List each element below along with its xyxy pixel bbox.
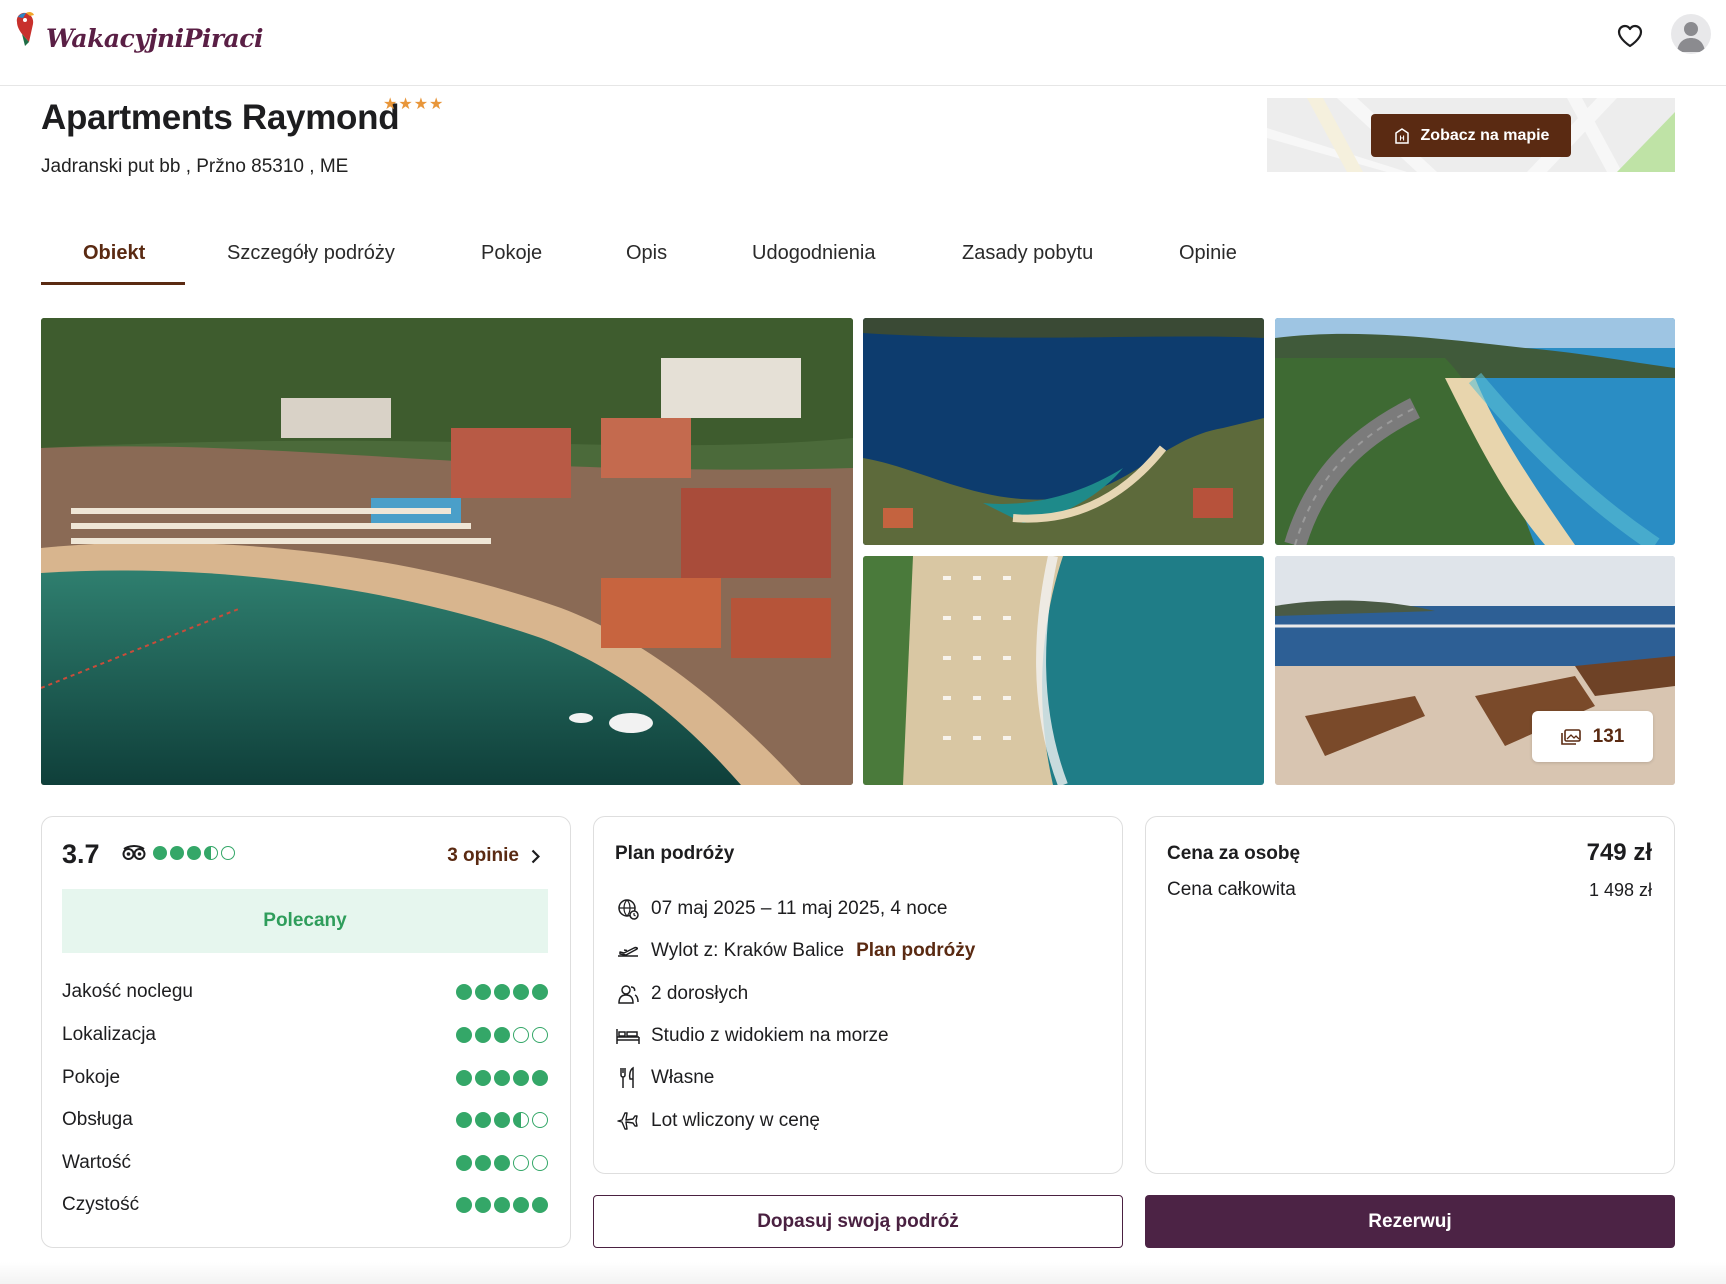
tripadvisor-owl-icon [122,845,146,860]
user-avatar-icon[interactable] [1671,14,1711,54]
tab-rooms[interactable]: Pokoje [481,242,542,265]
plan-dates-row: 07 maj 2025 – 11 maj 2025, 4 noce [615,896,947,922]
price-per-person-label: Cena za osobę [1167,843,1301,864]
show-on-map-button[interactable]: H Zobacz na mapie [1371,114,1571,157]
svg-text:H: H [1399,135,1404,142]
photo-count: 131 [1592,725,1625,747]
calendar-globe-icon [615,896,641,922]
rating-category-label: Pokoje [62,1067,121,1088]
plan-travelers-row: 2 dorosłych [615,981,748,1007]
tab-stay-rules[interactable]: Zasady pobytu [962,242,1093,265]
rating-category-label: Czystość [62,1194,140,1215]
plan-room: Studio z widokiem na morze [651,1025,889,1046]
plan-travelers: 2 dorosłych [651,983,749,1004]
section-tabs: Obiekt Szczegóły podróży Pokoje Opis Udo… [41,232,1675,286]
gallery-photo-beach-aerial[interactable] [863,556,1264,785]
gallery-photo-coast-road[interactable] [1275,318,1675,545]
bubble-full [153,846,167,860]
cutlery-icon [615,1065,641,1091]
rating-row: Czystość [62,1194,548,1216]
show-on-map-label: Zobacz na mapie [1420,126,1550,144]
plan-room-row: Studio z widokiem na morze [615,1023,889,1049]
parrot-logo-icon [12,8,42,54]
reviews-link[interactable]: 3 opinie [447,845,540,867]
hotel-name: Apartments Raymond [41,98,400,137]
price-total-label: Cena całkowita [1167,879,1296,900]
bubble-empty [221,846,235,860]
tripadvisor-rating [122,845,235,861]
photos-icon [1560,728,1581,745]
plan-departure-row: Wylot z: Kraków Balice Plan podróży [615,938,975,964]
plan-flight: Lot wliczony w cenę [651,1110,820,1131]
rating-dots [456,1197,548,1213]
rating-category-label: Jakość noclegu [62,981,193,1002]
rating-category-label: Lokalizacja [62,1024,156,1045]
rating-category-label: Wartość [62,1152,131,1173]
departure-plane-icon [615,938,641,964]
gallery-photo-bay[interactable] [863,318,1264,545]
price-per-person-value: 749 zł [1586,839,1652,866]
chevron-right-icon [531,849,540,863]
bubble-full [170,846,184,860]
hotel-address: Jadranski put bb , Pržno 85310 , ME [41,156,349,177]
footer-shadow [0,1262,1726,1284]
reviews-link-label: 3 opinie [447,845,519,866]
book-button[interactable]: Rezerwuj [1145,1195,1675,1248]
recommended-badge: Polecany [62,889,548,953]
plane-icon [615,1108,641,1134]
favorites-heart-icon[interactable] [1614,20,1646,52]
rating-dots [456,1070,548,1086]
trip-plan-link[interactable]: Plan podróży [856,940,975,962]
tab-description[interactable]: Opis [626,242,667,265]
brand-logo[interactable]: WakacyjniPiraci [12,8,263,54]
tab-obiekt[interactable]: Obiekt [83,242,145,265]
plan-flight-row: Lot wliczony w cenę [615,1108,820,1134]
rating-row: Obsługa [62,1109,548,1131]
price-card: Cena za osobę 749 zł Cena całkowita 1 49… [1145,816,1675,1174]
top-navigation-bar: WakacyjniPiraci [0,0,1726,86]
tab-reviews[interactable]: Opinie [1179,242,1237,265]
active-tab-underline [41,282,185,285]
gallery-main-photo[interactable] [41,318,853,785]
map-pin-icon: H [1394,127,1409,144]
rating-dots [456,1112,548,1128]
rating-row: Lokalizacja [62,1024,548,1046]
photo-count-button[interactable]: 131 [1532,711,1653,762]
plan-dates: 07 maj 2025 – 11 maj 2025, 4 noce [651,898,948,919]
tab-amenities[interactable]: Udogodnienia [752,242,875,265]
plan-departure: Wylot z: Kraków Balice [651,940,845,961]
price-total-value: 1 498 zł [1588,880,1652,900]
trip-plan-card: Plan podróży 07 maj 2025 – 11 maj 2025, … [593,816,1123,1174]
rating-dots [456,1155,548,1171]
rating-row: Wartość [62,1152,548,1174]
brand-name: WakacyjniPiraci [46,23,263,53]
rating-score: 3.7 [62,839,100,869]
tab-trip-details[interactable]: Szczegóły podróży [227,242,395,265]
bubble-half [204,846,218,860]
rating-card: 3.7 3 opinie Polecany Jakość noclegu Lok… [41,816,571,1248]
bed-icon [615,1023,641,1049]
plan-board-row: Własne [615,1065,714,1091]
bubble-full [187,846,201,860]
people-icon [615,981,641,1007]
trip-plan-title: Plan podróży [615,843,735,864]
rating-dots [456,984,548,1000]
plan-board: Własne [651,1067,715,1088]
rating-dots [456,1027,548,1043]
rating-row: Jakość noclegu [62,981,548,1003]
hotel-stars: ★★★★ [383,96,445,113]
customize-trip-button[interactable]: Dopasuj swoją podróż [593,1195,1123,1248]
rating-category-label: Obsługa [62,1109,133,1130]
rating-row: Pokoje [62,1067,548,1089]
